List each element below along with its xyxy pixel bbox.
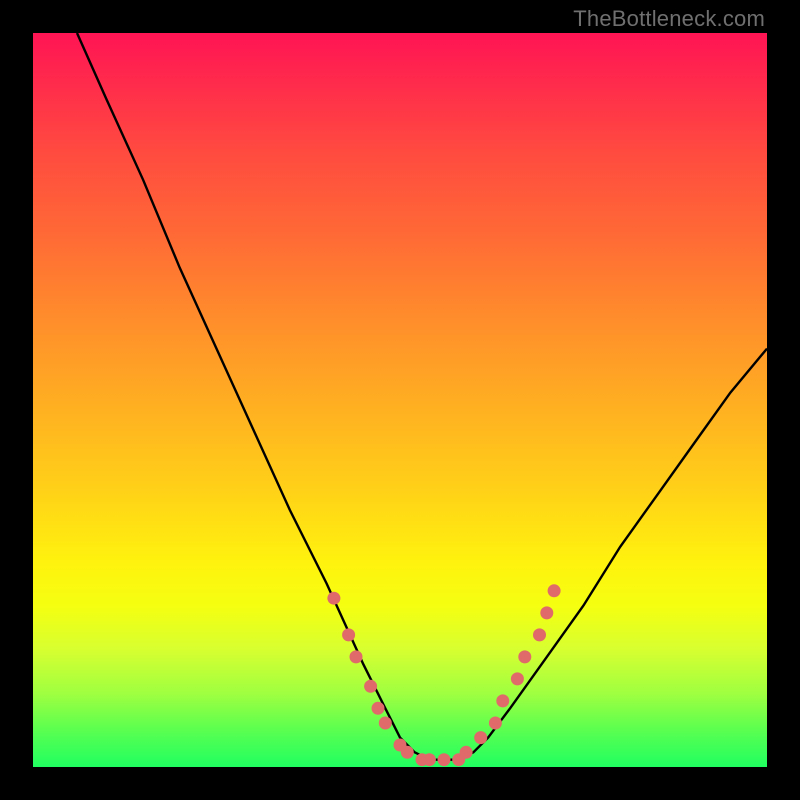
watermark-text: TheBottleneck.com [573,6,765,32]
plot-area [33,33,767,767]
bottleneck-curve [77,33,767,760]
marker-dot [540,606,553,619]
marker-dot [327,592,340,605]
marker-dot [460,746,473,759]
chart-svg [33,33,767,767]
marker-dot [548,584,561,597]
marker-dot [401,746,414,759]
marker-dot [342,628,355,641]
marker-dot [511,672,524,685]
marker-dot [350,650,363,663]
chart-frame: TheBottleneck.com [0,0,800,800]
marker-dot [518,650,531,663]
marker-dot [438,753,451,766]
marker-dot [474,731,487,744]
marker-dot [489,717,502,730]
marker-dot [496,694,509,707]
marker-dot [364,680,377,693]
marker-dot [372,702,385,715]
marker-dot [533,628,546,641]
marker-dot [379,717,392,730]
marker-dot [423,753,436,766]
highlight-dots [327,584,560,766]
